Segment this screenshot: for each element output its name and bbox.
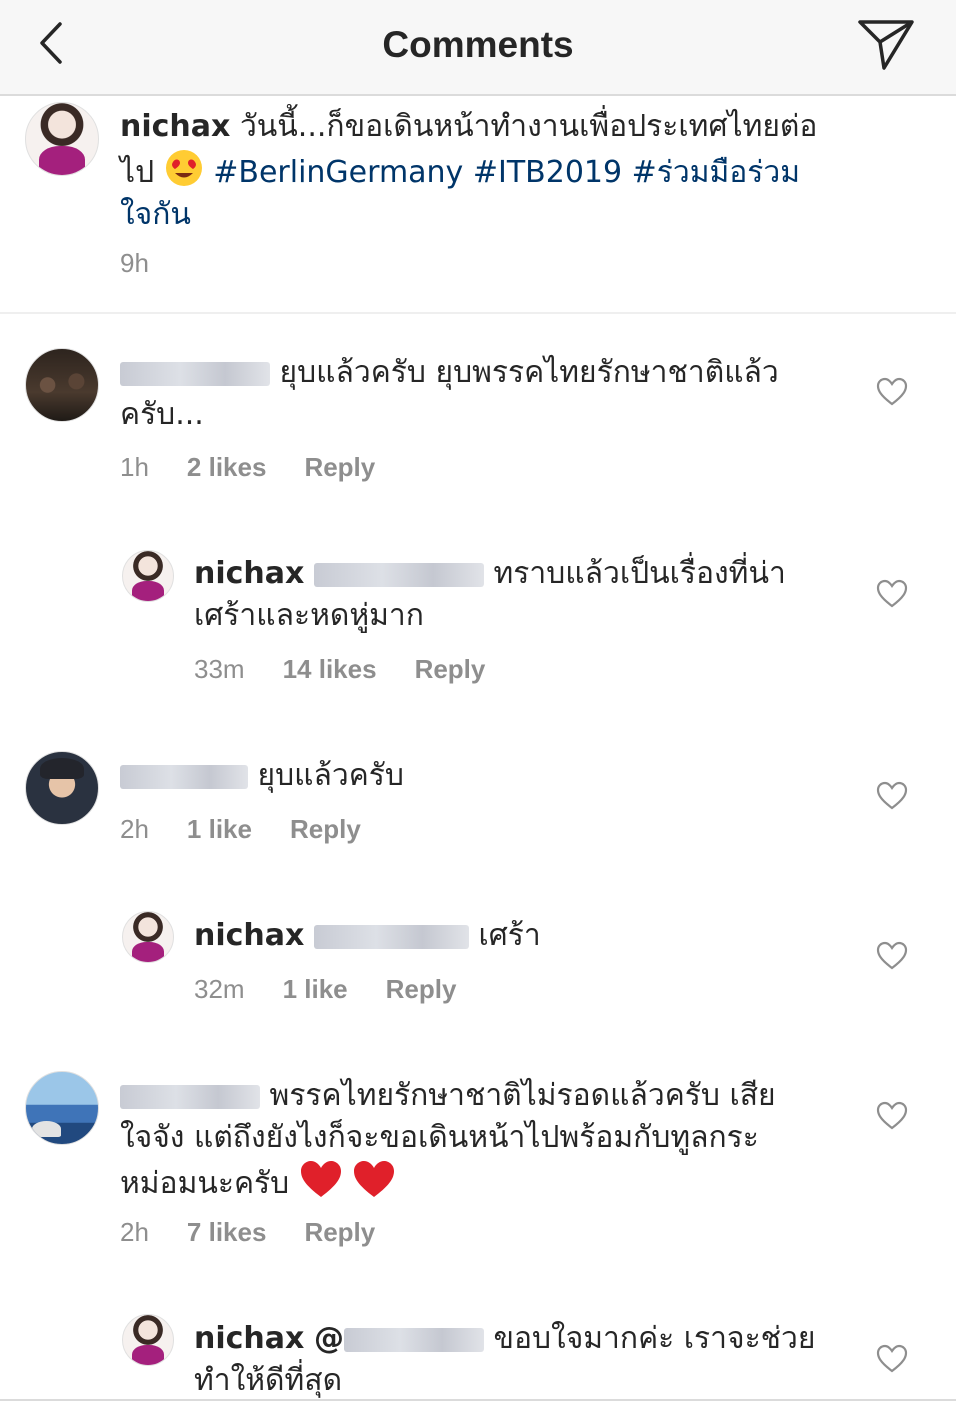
reply-button[interactable]: Reply	[304, 452, 375, 482]
blurred-mention[interactable]	[313, 563, 484, 587]
timestamp: 9h	[120, 248, 149, 278]
comments-header: Comments	[0, 0, 956, 96]
reply-username[interactable]: nichax	[194, 1321, 304, 1356]
red-heart-emoji-icon	[300, 1161, 341, 1197]
comment-text: ยุบแล้วครับ	[120, 755, 840, 797]
heart-icon[interactable]	[876, 377, 908, 407]
avatar[interactable]	[25, 1071, 99, 1145]
heart-eyes-emoji-icon	[165, 150, 202, 186]
likes-count[interactable]: 2 likes	[187, 452, 267, 482]
reply-meta: 33m 14 likes Reply	[194, 654, 523, 685]
blurred-username[interactable]	[120, 362, 270, 386]
page-title: Comments	[382, 24, 574, 65]
blurred-username[interactable]	[120, 1085, 260, 1109]
comment-text: ยุบแล้วครับ ยุบพรรคไทยรักษาชาติแล้ว ครับ…	[120, 355, 779, 432]
post-caption: nichax วันนี้...ก็ขอเดินหน้าทำงานเพื่อปร…	[0, 96, 956, 314]
avatar[interactable]	[25, 102, 99, 176]
comment-text: พรรคไทยรักษาชาติไม่รอดแล้วครับ เสีย ใจจั…	[120, 1078, 776, 1201]
paper-plane-icon[interactable]	[856, 16, 916, 72]
caption-text: nichax วันนี้...ก็ขอเดินหน้าทำงานเพื่อปร…	[120, 109, 818, 232]
likes-count[interactable]: 7 likes	[187, 1217, 267, 1247]
avatar[interactable]	[25, 751, 99, 825]
timestamp: 2h	[120, 814, 149, 844]
reply-username[interactable]: nichax	[194, 556, 304, 591]
timestamp: 2h	[120, 1217, 149, 1247]
comment-meta: 2h 1 like Reply	[120, 814, 399, 845]
blurred-mention[interactable]	[343, 1328, 484, 1352]
reply-button[interactable]: Reply	[290, 814, 361, 844]
red-heart-emoji-icon	[354, 1161, 395, 1197]
likes-count[interactable]: 1 like	[283, 974, 348, 1004]
heart-icon[interactable]	[876, 1101, 908, 1131]
divider	[0, 1399, 956, 1401]
timestamp: 33m	[194, 654, 245, 684]
hashtags[interactable]: #BerlinGermany #ITB2019 #ร่วมมือร่วม	[213, 155, 800, 190]
hashtag-cont[interactable]: ใจกัน	[120, 197, 191, 232]
reply-meta: 32m 1 like Reply	[194, 974, 494, 1005]
reply-button[interactable]: Reply	[415, 654, 486, 684]
timestamp: 1h	[120, 452, 149, 482]
blurred-mention[interactable]	[313, 925, 469, 949]
blurred-username[interactable]	[120, 765, 248, 789]
avatar[interactable]	[122, 550, 174, 602]
avatar[interactable]	[25, 348, 99, 422]
reply-text: nichax ทราบแล้วเป็นเรื่องที่น่า เศร้าและ…	[194, 556, 786, 633]
heart-icon[interactable]	[876, 941, 908, 971]
heart-icon[interactable]	[876, 1344, 908, 1374]
likes-count[interactable]: 14 likes	[283, 654, 377, 684]
reply-username[interactable]: nichax	[194, 918, 304, 953]
reply-button[interactable]: Reply	[386, 974, 457, 1004]
likes-count[interactable]: 1 like	[187, 814, 252, 844]
caption-username[interactable]: nichax	[120, 109, 230, 144]
comment-meta: 1h 2 likes Reply	[120, 452, 413, 483]
heart-icon[interactable]	[876, 579, 908, 609]
avatar[interactable]	[122, 911, 174, 963]
timestamp: 32m	[194, 974, 245, 1004]
reply-text: nichax เศร้า	[194, 918, 541, 953]
reply-text: nichax @ ขอบใจมากค่ะ เราจะช่วย ทำให้ดีที…	[194, 1321, 816, 1398]
reply-button[interactable]: Reply	[304, 1217, 375, 1247]
caption-meta: 9h	[120, 248, 187, 279]
avatar[interactable]	[122, 1314, 174, 1366]
comment-meta: 2h 7 likes Reply	[120, 1217, 413, 1248]
heart-icon[interactable]	[876, 781, 908, 811]
